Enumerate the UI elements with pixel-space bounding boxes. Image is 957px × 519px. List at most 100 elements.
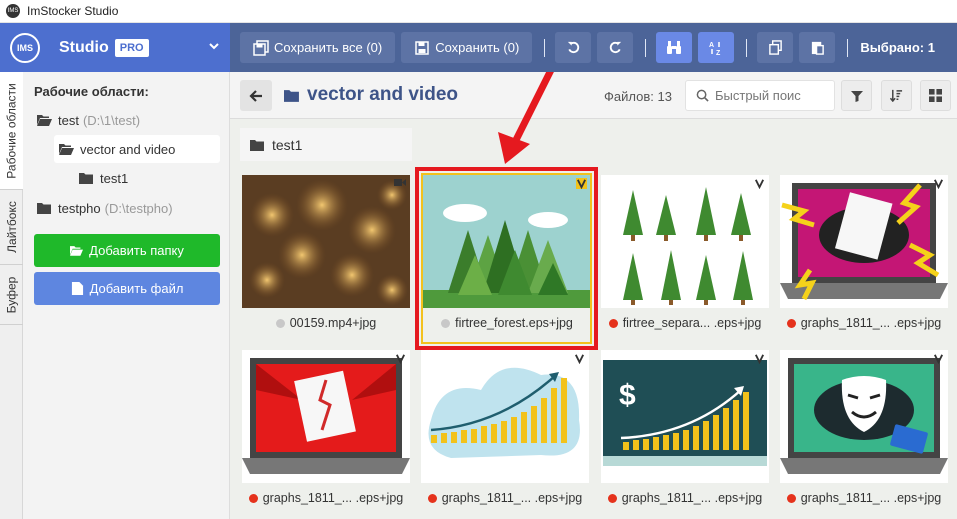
tab-lightbox-label: Лайтбокс — [4, 201, 19, 253]
arrow-left-icon — [249, 89, 262, 102]
video-camera-icon — [394, 179, 406, 186]
app-header: IMS Studio PRO — [0, 23, 230, 72]
file-caption: firtree_separa... .eps+jpg — [601, 316, 769, 330]
status-dot — [786, 318, 796, 328]
divider — [746, 38, 748, 57]
find-button[interactable] — [656, 32, 693, 63]
workspaces-title: Рабочие области: — [34, 84, 149, 99]
paste-icon — [811, 41, 824, 55]
tree-item-path: (D:\testpho) — [104, 200, 173, 216]
thumbnail-image: $ — [601, 350, 769, 483]
tree-item-test1[interactable]: test1 — [79, 164, 128, 192]
grid-icon — [929, 89, 942, 102]
add-file-label: Добавить файл — [89, 281, 184, 296]
sort-icon — [890, 89, 903, 102]
divider — [544, 38, 546, 57]
tab-buffer-label: Буфер — [4, 276, 19, 313]
file-name: graphs_1811_... .eps+jpg — [800, 316, 942, 330]
thumbnail-image — [780, 350, 948, 483]
undo-icon — [567, 41, 579, 54]
save-icon — [415, 40, 429, 55]
svg-text:A: A — [709, 42, 714, 49]
sort-az-icon: AZ — [709, 41, 721, 56]
tree-item-label: vector and video — [80, 141, 176, 157]
back-button[interactable] — [240, 80, 272, 111]
main-area: vector and video Файлов: 13 Быстрый поис… — [230, 72, 957, 519]
tree-item-label: testpho — [58, 200, 101, 216]
folder-icon — [79, 173, 93, 184]
status-dot — [786, 493, 796, 503]
tree-item-label: test — [58, 112, 79, 128]
add-file-button[interactable]: Добавить файл — [34, 272, 220, 305]
tree-item-path: (D:\1\test) — [82, 112, 141, 128]
redo-button[interactable] — [597, 32, 634, 63]
tree-item-testpho[interactable]: testpho (D:\testpho) — [37, 194, 173, 222]
file-caption: graphs_1811_... .eps+jpg — [421, 491, 589, 505]
sidebar: Рабочие области: test (D:\1\test) vector … — [23, 72, 230, 519]
svg-text:$: $ — [619, 379, 636, 412]
save-all-button[interactable]: Сохранить все (0) — [240, 32, 396, 63]
tree-item-test[interactable]: test (D:\1\test) — [37, 106, 140, 134]
thumbnail-image — [601, 175, 769, 308]
file-icon — [71, 282, 83, 295]
file-name: 00159.mp4+jpg — [289, 316, 377, 330]
grid-view-button[interactable] — [920, 80, 951, 111]
main-header: vector and video Файлов: 13 Быстрый поис — [230, 72, 957, 119]
files-count: Файлов: 13 — [604, 89, 672, 104]
status-dot — [607, 493, 617, 503]
thumbnail-image — [780, 175, 948, 308]
current-folder: vector and video — [284, 84, 458, 106]
tree-item-label: test1 — [100, 170, 129, 186]
folder-open-icon — [70, 246, 84, 256]
save-all-label: Сохранить все (0) — [274, 40, 383, 55]
vector-badge-icon — [755, 354, 764, 364]
thumbnail-image — [242, 175, 410, 308]
paste-button[interactable] — [799, 32, 836, 63]
tab-workspaces[interactable]: Рабочие области — [0, 72, 23, 190]
copy-icon — [768, 40, 782, 55]
thumbnail-image — [242, 350, 410, 483]
tab-lightbox[interactable]: Лайтбокс — [0, 190, 23, 265]
vector-badge-icon — [934, 354, 943, 364]
vertical-tabs: Рабочие области Лайтбокс Буфер — [0, 72, 23, 519]
filter-button[interactable] — [841, 80, 872, 111]
file-caption: graphs_1811_... .eps+jpg — [242, 491, 410, 505]
tab-workspaces-label: Рабочие области — [4, 82, 19, 179]
tab-buffer[interactable]: Буфер — [0, 265, 23, 325]
undo-button[interactable] — [555, 32, 592, 63]
search-icon — [696, 89, 709, 102]
file-caption: 00159.mp4+jpg — [242, 316, 410, 330]
vector-badge-icon — [575, 354, 584, 364]
folder-icon — [250, 139, 264, 151]
sort-button[interactable] — [881, 80, 912, 111]
tree-item-vector-and-video[interactable]: vector and video — [54, 135, 220, 163]
redo-icon — [609, 41, 621, 54]
save-button[interactable]: Сохранить (0) — [401, 32, 533, 63]
add-folder-button[interactable]: Добавить папку — [34, 234, 220, 267]
folder-open-icon — [37, 115, 52, 126]
add-folder-label: Добавить папку — [89, 243, 184, 258]
app-icon: IMS — [6, 4, 20, 18]
file-name: graphs_1811_... .eps+jpg — [441, 491, 583, 505]
window-title: ImStocker Studio — [27, 4, 119, 18]
chevron-down-icon[interactable] — [208, 40, 220, 52]
thumbnail-image — [421, 350, 589, 483]
search-placeholder: Быстрый поис — [715, 88, 801, 103]
copy-button[interactable] — [757, 32, 794, 63]
sort-az-button[interactable]: AZ — [698, 32, 735, 63]
selected-count: Выбрано: 1 — [860, 40, 935, 55]
vector-badge-icon — [934, 179, 943, 189]
file-name: graphs_1811_... .eps+jpg — [262, 491, 404, 505]
window-titlebar: IMS ImStocker Studio — [0, 0, 957, 23]
vector-badge-icon — [396, 354, 405, 364]
divider — [645, 38, 647, 57]
pro-badge: PRO — [114, 38, 149, 57]
folder-icon — [284, 89, 299, 102]
status-dot — [248, 493, 258, 503]
top-toolbar: Сохранить все (0) Сохранить (0) AZ Выбра… — [230, 23, 957, 72]
quick-search-input[interactable]: Быстрый поис — [685, 80, 835, 111]
subfolder-label: test1 — [272, 136, 303, 153]
status-dot — [275, 318, 285, 328]
save-label: Сохранить (0) — [435, 40, 520, 55]
subfolder-tile[interactable]: test1 — [240, 128, 412, 161]
